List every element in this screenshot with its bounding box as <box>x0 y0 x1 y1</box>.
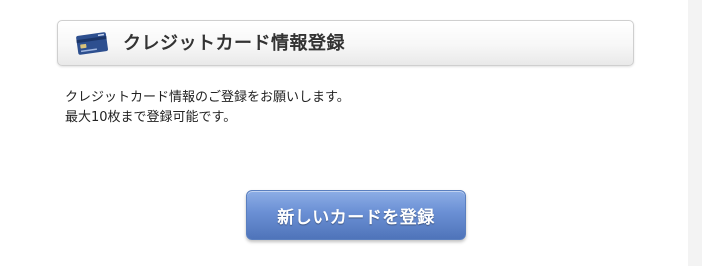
page-title: クレジットカード情報登録 <box>123 33 345 54</box>
instruction-line-1: クレジットカード情報のご登録をお願いします。 <box>65 90 350 105</box>
right-edge-strip <box>688 0 702 266</box>
credit-card-icon <box>75 30 109 56</box>
section-header: クレジットカード情報登録 <box>57 20 634 66</box>
instruction-line-2: 最大10枚まで登録可能です。 <box>65 110 237 125</box>
register-new-card-button[interactable]: 新しいカードを登録 <box>246 190 466 240</box>
instruction-text: クレジットカード情報のご登録をお願いします。 最大10枚まで登録可能です。 <box>65 88 350 128</box>
